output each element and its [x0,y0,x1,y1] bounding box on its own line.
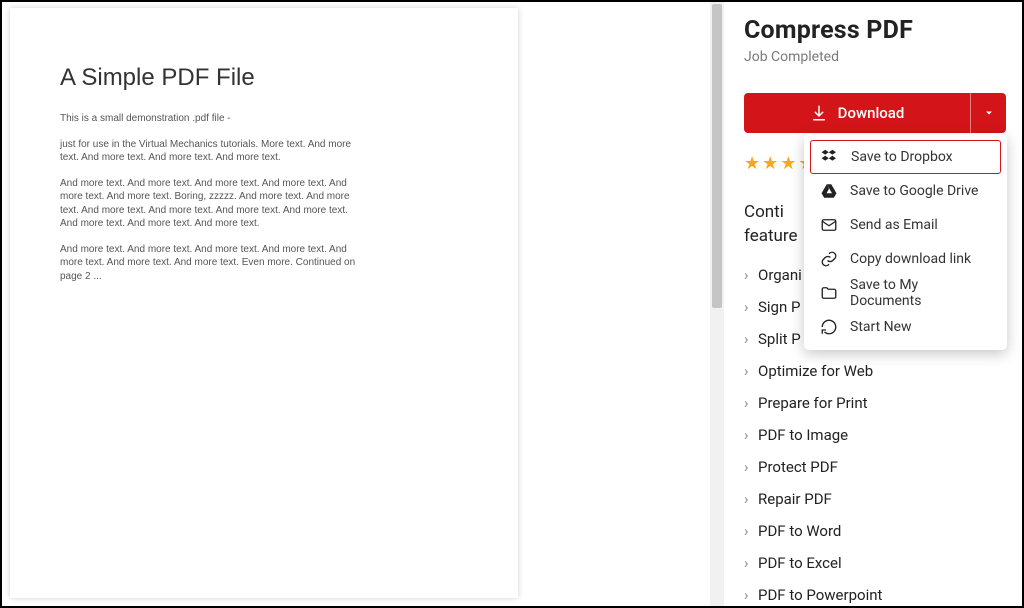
download-more-button[interactable] [970,93,1006,133]
pdf-paragraph: This is a small demonstration .pdf file … [60,112,360,126]
dropdown-item[interactable]: Save to Dropbox [810,140,1001,174]
pdf-paragraph: just for use in the Virtual Mechanics tu… [60,138,360,165]
preview-scrollbar[interactable] [710,2,724,606]
feature-label: Split P [758,330,801,348]
dropdown-item[interactable]: Send as Email [810,208,1001,242]
dropdown-item[interactable]: Save to My Documents [810,276,1001,310]
feature-label: Optimize for Web [758,362,873,380]
preview-pane: A Simple PDF File This is a small demons… [2,2,712,606]
dropdown-item-label: Save to Google Drive [850,183,978,199]
feature-label: PDF to Powerpoint [758,586,882,604]
star-icon: ★ [744,155,760,173]
download-dropdown: Save to Dropbox Save to Google Drive Send … [804,134,1007,350]
feature-label: PDF to Word [758,522,841,540]
download-label: Download [838,104,905,122]
feature-item[interactable]: Prepare for Print [744,387,1016,419]
pdf-page: A Simple PDF File This is a small demons… [10,8,518,598]
pdf-paragraph: And more text. And more text. And more t… [60,177,360,231]
mail-icon [820,216,838,234]
pdf-paragraph: And more text. And more text. And more t… [60,243,360,284]
feature-item[interactable]: PDF to Image [744,419,1016,451]
scrollbar-thumb[interactable] [712,4,722,308]
feature-label: Sign P [758,298,800,316]
feature-item[interactable]: PDF to Powerpoint [744,579,1016,608]
feature-label: Organi [758,266,802,284]
dropdown-item[interactable]: Copy download link [810,242,1001,276]
dropdown-item[interactable]: Start New [810,310,1001,344]
download-button[interactable]: Download [744,93,970,133]
dropdown-item[interactable]: Save to Google Drive [810,174,1001,208]
dropdown-item-label: Save to My Documents [850,277,991,309]
app-frame: A Simple PDF File This is a small demons… [0,0,1024,608]
dropdown-item-label: Send as Email [850,217,938,233]
feature-item[interactable]: PDF to Word [744,515,1016,547]
star-icon: ★ [762,155,778,173]
feature-label: Repair PDF [758,490,832,508]
feature-item[interactable]: Protect PDF [744,451,1016,483]
refresh-icon [820,318,838,336]
page-title: Compress PDF [744,16,1016,45]
pdf-title: A Simple PDF File [60,64,468,92]
folder-icon [820,284,838,302]
feature-label: Protect PDF [758,458,838,476]
download-icon [810,104,828,122]
download-row: Download [744,93,1006,133]
feature-item[interactable]: PDF to Excel [744,547,1016,579]
dropbox-icon [821,148,839,166]
feature-item[interactable]: Optimize for Web [744,355,1016,387]
feature-label: PDF to Excel [758,554,842,572]
gdrive-icon [820,182,838,200]
status-text: Job Completed [744,49,1016,65]
star-icon: ★ [780,155,796,173]
link-icon [820,250,838,268]
feature-label: Prepare for Print [758,394,868,412]
caret-down-icon [983,104,995,123]
dropdown-item-label: Start New [850,319,912,335]
dropdown-item-label: Save to Dropbox [851,149,953,165]
dropdown-item-label: Copy download link [850,251,971,267]
feature-item[interactable]: Repair PDF [744,483,1016,515]
feature-label: PDF to Image [758,426,848,444]
